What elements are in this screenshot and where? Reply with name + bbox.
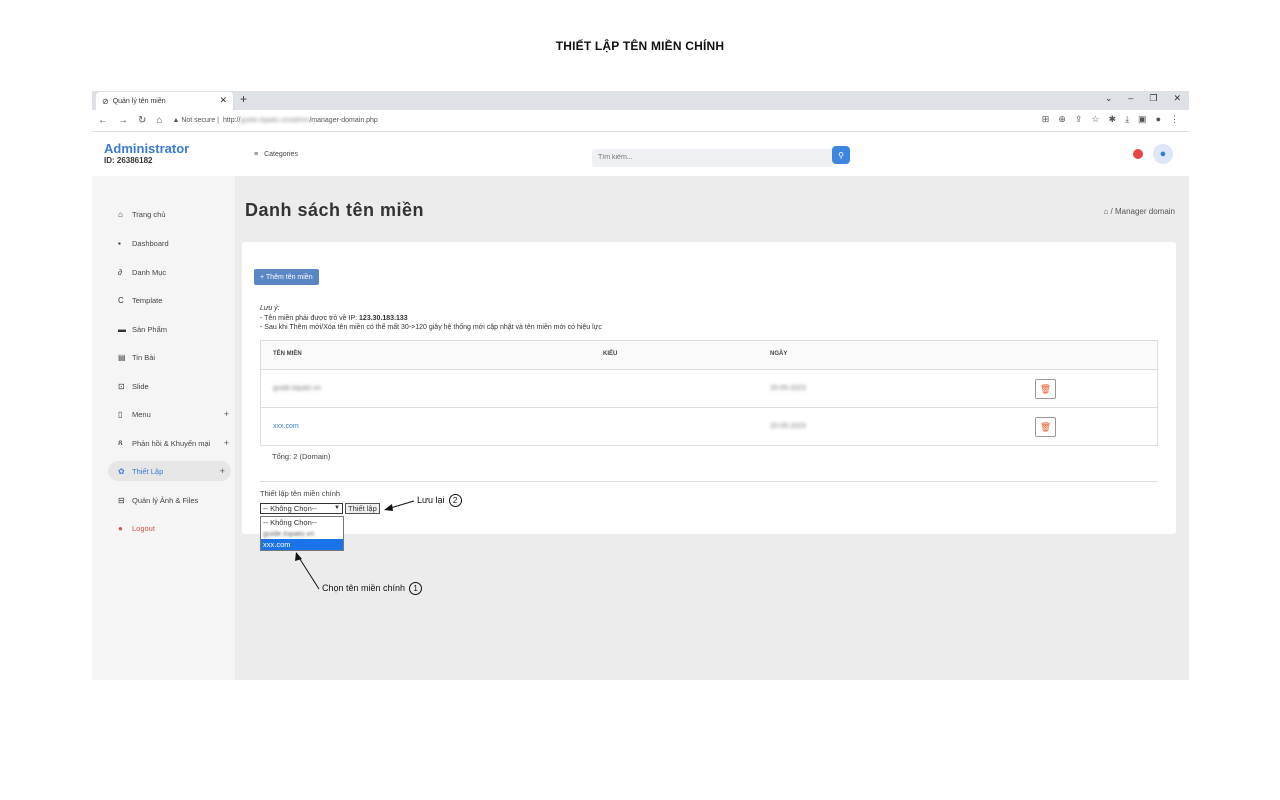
choose-annotation: Chọn tên miền chính 1 [322, 582, 423, 595]
annotation-arrows [295, 500, 415, 590]
save-annotation: Lưu lại 2 [417, 494, 462, 507]
